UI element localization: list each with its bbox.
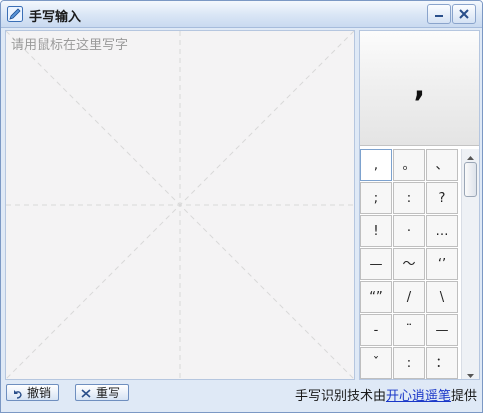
rewrite-button[interactable]: 重写 (75, 384, 129, 401)
minimize-icon (435, 15, 443, 17)
credit-text: 手写识别技术由开心逍遥笔提供 (295, 385, 477, 404)
candidate-cell[interactable]: - (360, 314, 392, 346)
writing-canvas[interactable]: 请用鼠标在这里写字 (5, 30, 355, 380)
candidate-cell[interactable]: 、 (426, 149, 458, 181)
preview-char: , (413, 69, 426, 104)
window-title: 手写输入 (29, 10, 82, 25)
close-button[interactable] (452, 4, 476, 24)
minimize-button[interactable] (427, 4, 451, 24)
undo-button[interactable]: 撤销 (6, 384, 59, 401)
candidate-cell[interactable]: / (393, 281, 425, 313)
candidate-scrollbar[interactable] (461, 149, 479, 379)
scroll-up-button[interactable] (462, 149, 479, 161)
credit-suffix: 提供 (450, 389, 477, 404)
candidate-cell[interactable]: ¨ (393, 314, 425, 346)
scroll-down-button[interactable] (462, 367, 479, 379)
candidate-cell[interactable]: , (360, 149, 392, 181)
candidate-cell[interactable]: “” (360, 281, 392, 313)
candidate-cell[interactable]: ～ (393, 248, 425, 280)
candidate-cell[interactable]: ; (360, 182, 392, 214)
credit-prefix: 手写识别技术由 (294, 389, 386, 404)
handwriting-window: 手写输入 请用鼠标在这里写字 , , 。 、 ;: ? ! · … — ～ ‘… (0, 0, 483, 413)
rewrite-label: 重写 (96, 386, 121, 400)
candidate-cell[interactable]: : (393, 347, 425, 379)
candidate-cell[interactable]: ‘’ (426, 248, 458, 280)
credit-link[interactable]: 开心逍遥笔 (386, 389, 451, 404)
recognized-preview: , (360, 31, 479, 146)
undo-icon (14, 390, 22, 399)
candidate-cell[interactable]: — (426, 314, 458, 346)
candidate-cell[interactable]: ˇ (360, 347, 392, 379)
candidate-cell[interactable]: … (426, 215, 458, 247)
candidate-cell[interactable]: ： (426, 347, 458, 379)
canvas-guide-lines (6, 31, 354, 379)
candidate-cell[interactable]: — (360, 248, 392, 280)
scroll-thumb[interactable] (464, 162, 477, 197)
candidate-cell[interactable]: : (393, 182, 425, 214)
candidate-cell[interactable]: \ (426, 281, 458, 313)
candidate-cell[interactable]: ? (426, 182, 458, 214)
clear-x-icon (81, 389, 91, 398)
close-icon (459, 9, 469, 19)
bottom-bar: 撤销 重写 手写识别技术由开心逍遥笔提供 (1, 380, 482, 412)
candidate-cell[interactable]: 。 (393, 149, 425, 181)
undo-label: 撤销 (27, 386, 52, 400)
pen-app-icon (7, 6, 23, 22)
candidate-panel: , , 。 、 ; : ? ! · … — ～ ‘’ “” / \ - ¨ — … (359, 30, 480, 380)
candidate-cell[interactable]: ! (360, 215, 392, 247)
canvas-placeholder: 请用鼠标在这里写字 (11, 38, 129, 53)
title-bar[interactable]: 手写输入 (1, 1, 482, 28)
candidate-cell[interactable]: · (393, 215, 425, 247)
candidate-grid: , 。 、 ; : ? ! · … — ～ ‘’ “” / \ - ¨ — ˇ … (360, 149, 460, 379)
